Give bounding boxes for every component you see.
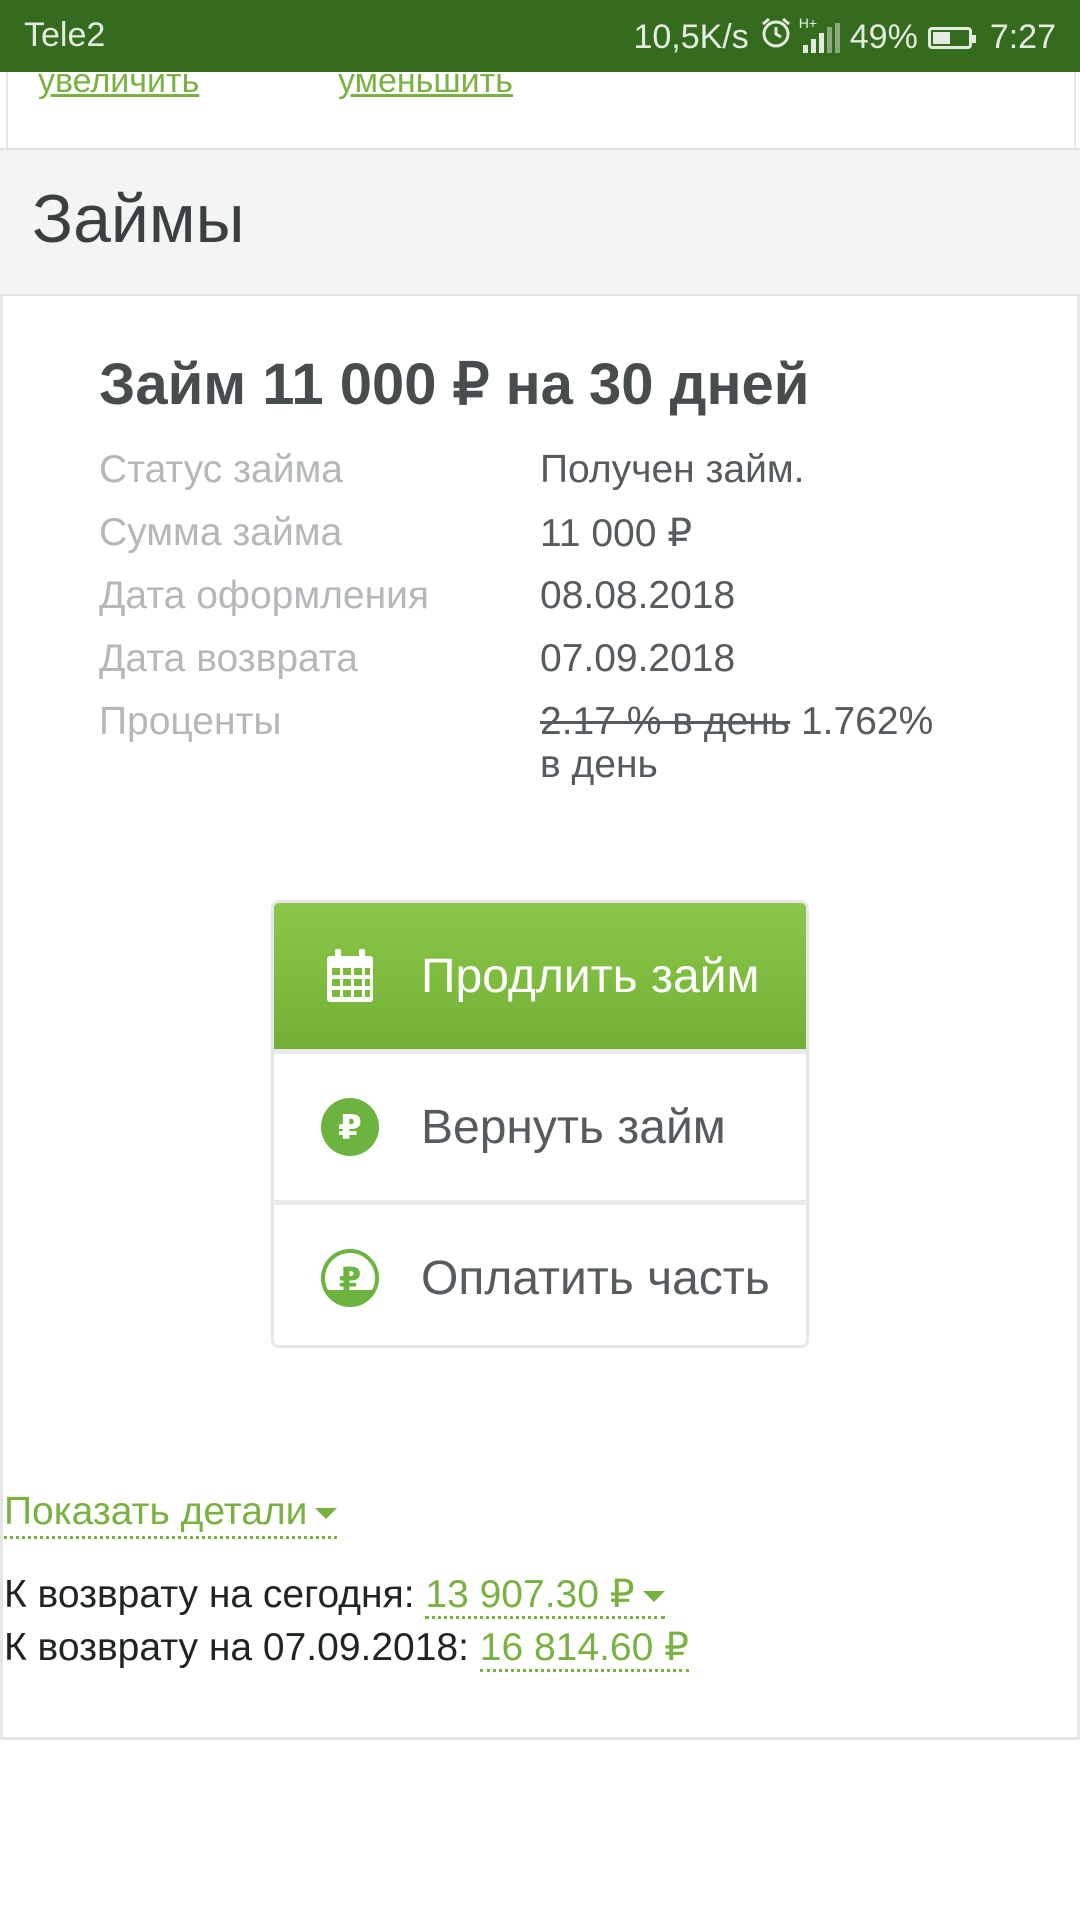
section-header: Займы xyxy=(0,148,1080,296)
clock: 7:27 xyxy=(989,18,1056,56)
interest-label: Проценты xyxy=(99,700,282,743)
status-label: Статус займа xyxy=(99,448,343,491)
repay-loan-button[interactable]: ₽ Вернуть займ xyxy=(274,1054,806,1200)
loan-actions: Продлить займ ₽ Вернуть займ ₽ Оплатить … xyxy=(271,900,809,1348)
return-date-label: Дата возврата xyxy=(99,637,358,680)
battery-icon xyxy=(927,26,976,49)
chevron-down-icon xyxy=(642,1591,665,1603)
signal-icon: H+ xyxy=(799,15,840,53)
carrier-name: Tele2 xyxy=(24,16,106,54)
partial-payment-label: Оплатить часть xyxy=(421,1251,770,1305)
issue-date-value: 08.08.2018 xyxy=(540,574,736,617)
show-details-toggle[interactable]: Показать детали xyxy=(4,1490,338,1539)
due-date-row: К возврату на 07.09.2018: 16 814.60 ₽ xyxy=(4,1625,689,1672)
old-interest-rate: 2.17 % в день xyxy=(540,700,791,743)
due-today-row: К возврату на сегодня: 13 907.30 ₽ xyxy=(4,1572,665,1619)
repay-loan-label: Вернуть займ xyxy=(421,1100,726,1154)
network-type: H+ xyxy=(798,14,818,31)
interest-value: 2.17 % в день 1.762% xyxy=(540,700,933,744)
battery-percent: 49% xyxy=(849,18,918,56)
status-icons: 10,5K/s H+ 49% 7:27 xyxy=(633,15,1056,59)
status-value: Получен займ. xyxy=(540,448,805,491)
amount-adjust-links: увеличить уменьшить xyxy=(6,62,1076,148)
svg-text:₽: ₽ xyxy=(339,1260,361,1298)
due-today-amount-text: 13 907.30 ₽ xyxy=(425,1573,635,1616)
extend-loan-label: Продлить займ xyxy=(421,949,760,1003)
decrease-link[interactable]: уменьшить xyxy=(338,62,513,101)
svg-text:₽: ₽ xyxy=(338,1108,362,1148)
show-details-label: Показать детали xyxy=(4,1490,308,1533)
due-today-amount[interactable]: 13 907.30 ₽ xyxy=(425,1573,665,1619)
due-today-label: К возврату на сегодня: xyxy=(4,1573,415,1616)
chevron-down-icon xyxy=(315,1508,338,1520)
alarm-icon xyxy=(759,16,793,59)
ruble-coin-icon: ₽ xyxy=(319,1096,381,1158)
return-date-value: 07.09.2018 xyxy=(540,637,736,680)
due-date-amount[interactable]: 16 814.60 ₽ xyxy=(479,1626,689,1672)
new-interest-rate: 1.762% xyxy=(800,700,934,743)
amount-label: Сумма займа xyxy=(99,511,343,554)
interest-suffix: в день xyxy=(540,743,658,786)
calendar-icon xyxy=(319,945,381,1007)
loan-title: Займ 11 000 ₽ на 30 дней xyxy=(99,352,810,417)
partial-payment-button[interactable]: ₽ Оплатить часть xyxy=(274,1205,806,1345)
ruble-coin-partial-icon: ₽ xyxy=(319,1247,381,1309)
due-date-label: К возврату на 07.09.2018: xyxy=(4,1626,469,1669)
extend-loan-button[interactable]: Продлить займ xyxy=(274,903,806,1049)
amount-value: 11 000 ₽ xyxy=(540,512,693,555)
increase-link[interactable]: увеличить xyxy=(38,62,199,101)
network-speed: 10,5K/s xyxy=(633,18,749,56)
section-title: Займы xyxy=(32,181,245,257)
issue-date-label: Дата оформления xyxy=(99,574,430,617)
